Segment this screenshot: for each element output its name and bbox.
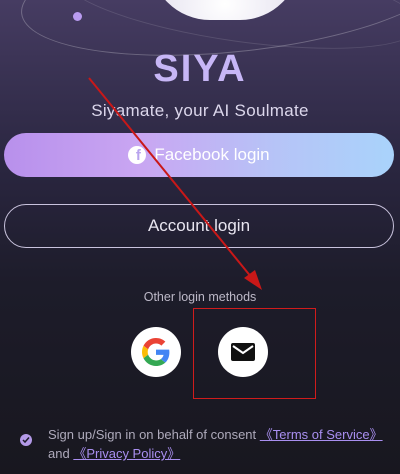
google-icon (142, 338, 170, 366)
other-login-methods-label: Other login methods (143, 290, 257, 304)
google-login-button[interactable] (131, 327, 181, 377)
facebook-login-label: Facebook login (154, 145, 270, 164)
app-name: SIYA (153, 48, 247, 90)
consent-text: Sign up/Sign in on behalf of consent 《Te… (20, 425, 390, 463)
account-login-button[interactable]: Account login (4, 204, 394, 248)
terms-of-service-link[interactable]: 《Terms of Service》 (260, 427, 383, 442)
account-login-label: Account login (147, 216, 251, 235)
consent-and: and (48, 446, 70, 461)
facebook-icon: f (128, 146, 147, 164)
planet-dot (73, 12, 82, 21)
app-tagline: Siyamate, your AI Soulmate (91, 101, 309, 120)
facebook-login-button[interactable]: f Facebook login (4, 133, 394, 177)
privacy-policy-link[interactable]: 《Privacy Policy》 (73, 446, 180, 461)
consent-prefix: Sign up/Sign in on behalf of consent (48, 427, 257, 442)
annotation-highlight-box (193, 308, 316, 399)
